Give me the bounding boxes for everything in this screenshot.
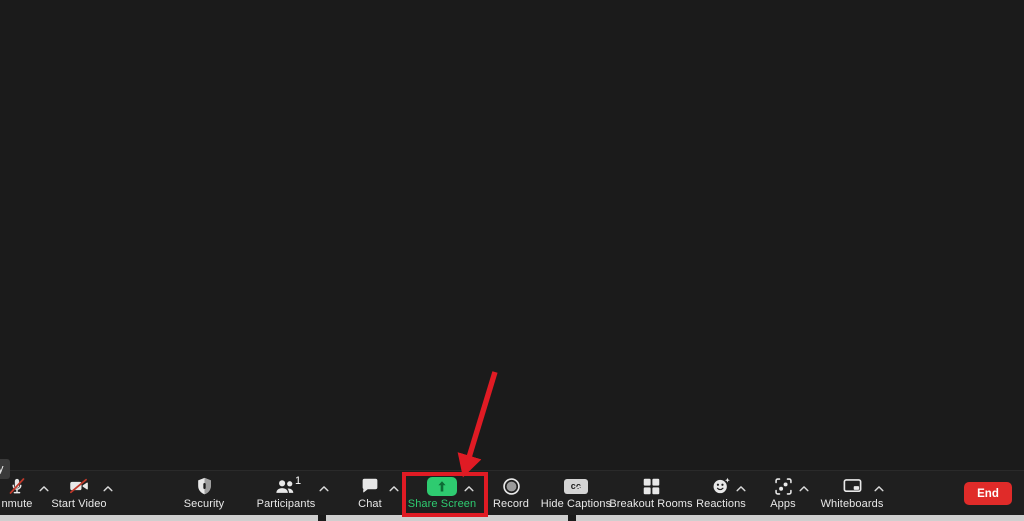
reactions-smiley-icon bbox=[711, 475, 732, 497]
toolbar-button-label-chat: Chat bbox=[358, 498, 382, 510]
toolbar-button-label-whiteboards: Whiteboards bbox=[820, 498, 884, 510]
record-circle-icon bbox=[502, 475, 521, 497]
participants-icon: 1 bbox=[275, 475, 301, 497]
chat-bubble-icon bbox=[360, 475, 380, 497]
toolbar-button-label-unmute: nmute bbox=[1, 498, 33, 510]
toolbar-button-label-breakout-rooms: Breakout Rooms bbox=[609, 498, 693, 510]
strip-notch-b bbox=[568, 515, 576, 521]
chevron-up-icon-chat[interactable] bbox=[388, 483, 400, 495]
toolbar-button-breakout-rooms[interactable]: Breakout Rooms bbox=[608, 471, 694, 516]
camera-muted-icon bbox=[68, 475, 90, 497]
toolbar-button-chat[interactable]: Chat bbox=[352, 471, 388, 516]
end-meeting-button[interactable]: End bbox=[964, 482, 1012, 505]
toolbar-items-container: nmute Start Video Security 1 Participants Cha… bbox=[0, 471, 1024, 516]
video-stage bbox=[0, 0, 1024, 470]
strip-notch-a bbox=[318, 515, 326, 521]
toolbar-button-label-hide-captions: Hide Captions bbox=[540, 498, 612, 510]
zoom-meeting-window: vely nmute Start Video Security 1 Participan… bbox=[0, 0, 1024, 521]
share-screen-icon bbox=[427, 475, 457, 497]
toolbar-button-label-reactions: Reactions bbox=[696, 498, 746, 510]
toolbar-button-label-participants: Participants bbox=[256, 498, 316, 510]
toolbar-button-record[interactable]: Record bbox=[489, 471, 533, 516]
toolbar-button-label-share-screen: Share Screen bbox=[407, 498, 477, 510]
participants-count-badge: 1 bbox=[295, 475, 302, 487]
toolbar-button-label-security: Security bbox=[183, 498, 225, 510]
shield-icon bbox=[195, 475, 214, 497]
meeting-toolbar: nmute Start Video Security 1 Participants Cha… bbox=[0, 470, 1024, 516]
toolbar-button-label-start-video: Start Video bbox=[51, 498, 107, 510]
toolbar-button-security[interactable]: Security bbox=[177, 471, 231, 516]
toolbar-button-participants[interactable]: 1 Participants bbox=[252, 471, 320, 516]
chevron-up-icon-start-video[interactable] bbox=[102, 483, 114, 495]
chevron-up-icon-whiteboards[interactable] bbox=[873, 483, 885, 495]
toolbar-button-start-video[interactable]: Start Video bbox=[48, 471, 110, 516]
chevron-up-icon-hide-captions[interactable] bbox=[572, 483, 584, 495]
toolbar-button-label-apps: Apps bbox=[770, 498, 796, 510]
whiteboard-icon bbox=[842, 475, 863, 497]
apps-icon bbox=[774, 475, 793, 497]
toolbar-button-label-record: Record bbox=[492, 498, 530, 510]
chevron-up-icon-apps[interactable] bbox=[798, 483, 810, 495]
chevron-up-icon-participants[interactable] bbox=[318, 483, 330, 495]
share-screen-green-chip bbox=[427, 476, 457, 496]
microphone-muted-icon bbox=[7, 475, 27, 497]
chevron-up-icon-reactions[interactable] bbox=[735, 483, 747, 495]
window-bottom-strip bbox=[0, 515, 1024, 521]
breakout-rooms-grid-icon bbox=[642, 475, 661, 497]
toolbar-button-apps[interactable]: Apps bbox=[765, 471, 801, 516]
chevron-up-icon-share-screen[interactable] bbox=[463, 483, 475, 495]
tooltip-fragment: vely bbox=[0, 459, 10, 479]
